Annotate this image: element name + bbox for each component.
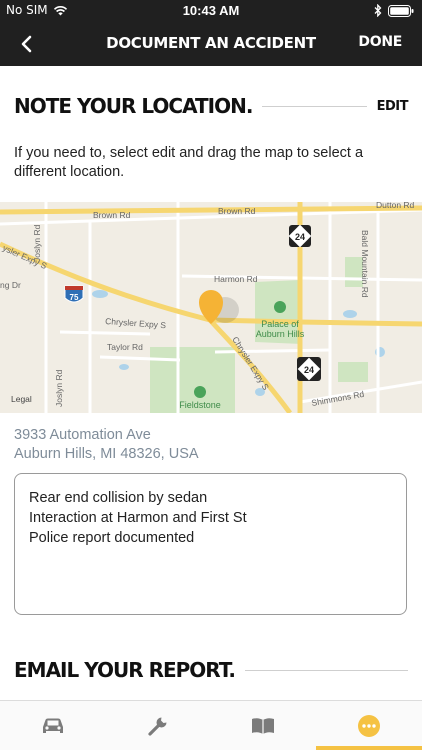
address-line-2: Auburn Hills, MI 48326, USA	[14, 446, 199, 462]
road-label: Shimmons Rd	[311, 389, 366, 408]
map-water	[119, 364, 129, 370]
status-bar: No SIM 10:43 AM	[0, 0, 422, 22]
notes-line: Interaction at Harmon and First St	[29, 510, 247, 526]
section-divider	[262, 105, 367, 107]
road-label: Dutton Rd	[376, 202, 415, 210]
location-heading: NOTE YOUR LOCATION.	[14, 94, 253, 118]
road-label: Chrysler Expy S	[105, 316, 167, 330]
poi-label: Auburn Hills	[256, 329, 305, 339]
road-label: Joslyn Rd	[54, 369, 64, 407]
tab-bar	[0, 700, 422, 750]
section-divider	[245, 669, 408, 671]
park-poi-icon	[194, 386, 206, 398]
m24-shield: 24	[288, 224, 312, 248]
tab-more[interactable]	[316, 701, 421, 750]
status-right	[374, 4, 414, 17]
more-icon	[357, 715, 380, 737]
battery-icon	[388, 4, 414, 17]
park-poi-icon	[274, 301, 286, 313]
accident-notes-textarea[interactable]: Rear end collision by sedan Interaction …	[14, 473, 407, 615]
address-line-1: 3933 Automation Ave	[14, 427, 151, 443]
map-legal-link[interactable]: Legal	[11, 394, 32, 404]
email-heading: EMAIL YOUR REPORT.	[14, 658, 236, 682]
map-canvas[interactable]: 75 24 24 Brown Rd Brown Rd Dutton Rd Har…	[0, 202, 422, 413]
i75-shield: 75	[64, 285, 84, 303]
location-map[interactable]: 75 24 24 Brown Rd Brown Rd Dutton Rd Har…	[0, 202, 422, 413]
i75-label: 75	[70, 293, 79, 302]
notes-line: Police report documented	[29, 530, 195, 546]
road-label: Joslyn Rd	[32, 224, 42, 262]
poi-label: Palace of	[261, 319, 299, 329]
active-tab-indicator	[316, 746, 422, 750]
email-section-header: EMAIL YOUR REPORT.	[14, 658, 408, 682]
road-label: Taylor Rd	[107, 342, 143, 352]
location-instruction: If you need to, select edit and drag the…	[14, 145, 364, 180]
m24-shield: 24	[297, 357, 321, 381]
road-label: Brown Rd	[218, 206, 256, 216]
tab-service[interactable]	[105, 701, 210, 750]
road-label: Chrysler Expy S	[230, 335, 271, 392]
done-button[interactable]: DONE	[358, 34, 402, 50]
bluetooth-icon	[374, 4, 382, 17]
road-label: Brown Rd	[93, 210, 131, 220]
edit-location-button[interactable]: EDIT	[377, 99, 409, 114]
car-icon	[42, 718, 63, 733]
road-label: ng Dr	[0, 280, 21, 290]
map-water	[343, 310, 357, 318]
location-section-header: NOTE YOUR LOCATION. EDIT	[14, 94, 409, 118]
map-park-area	[338, 362, 368, 382]
wrench-icon	[147, 717, 166, 736]
address-block: 3933 Automation Ave Auburn Hills, MI 483…	[14, 426, 199, 464]
road-label: Harmon Rd	[214, 274, 258, 284]
navigation-bar: DOCUMENT AN ACCIDENT DONE	[0, 22, 422, 66]
m24-label: 24	[295, 232, 305, 242]
tab-manual[interactable]	[210, 701, 315, 750]
map-water	[92, 290, 108, 298]
m24-label: 24	[304, 365, 314, 375]
poi-label: Fieldstone	[179, 400, 221, 410]
status-time: 10:43 AM	[182, 3, 240, 18]
notes-line: Rear end collision by sedan	[29, 490, 208, 506]
tab-vehicle[interactable]	[0, 701, 105, 750]
book-icon	[251, 718, 274, 734]
road-label: Bald Mountain Rd	[360, 230, 370, 298]
